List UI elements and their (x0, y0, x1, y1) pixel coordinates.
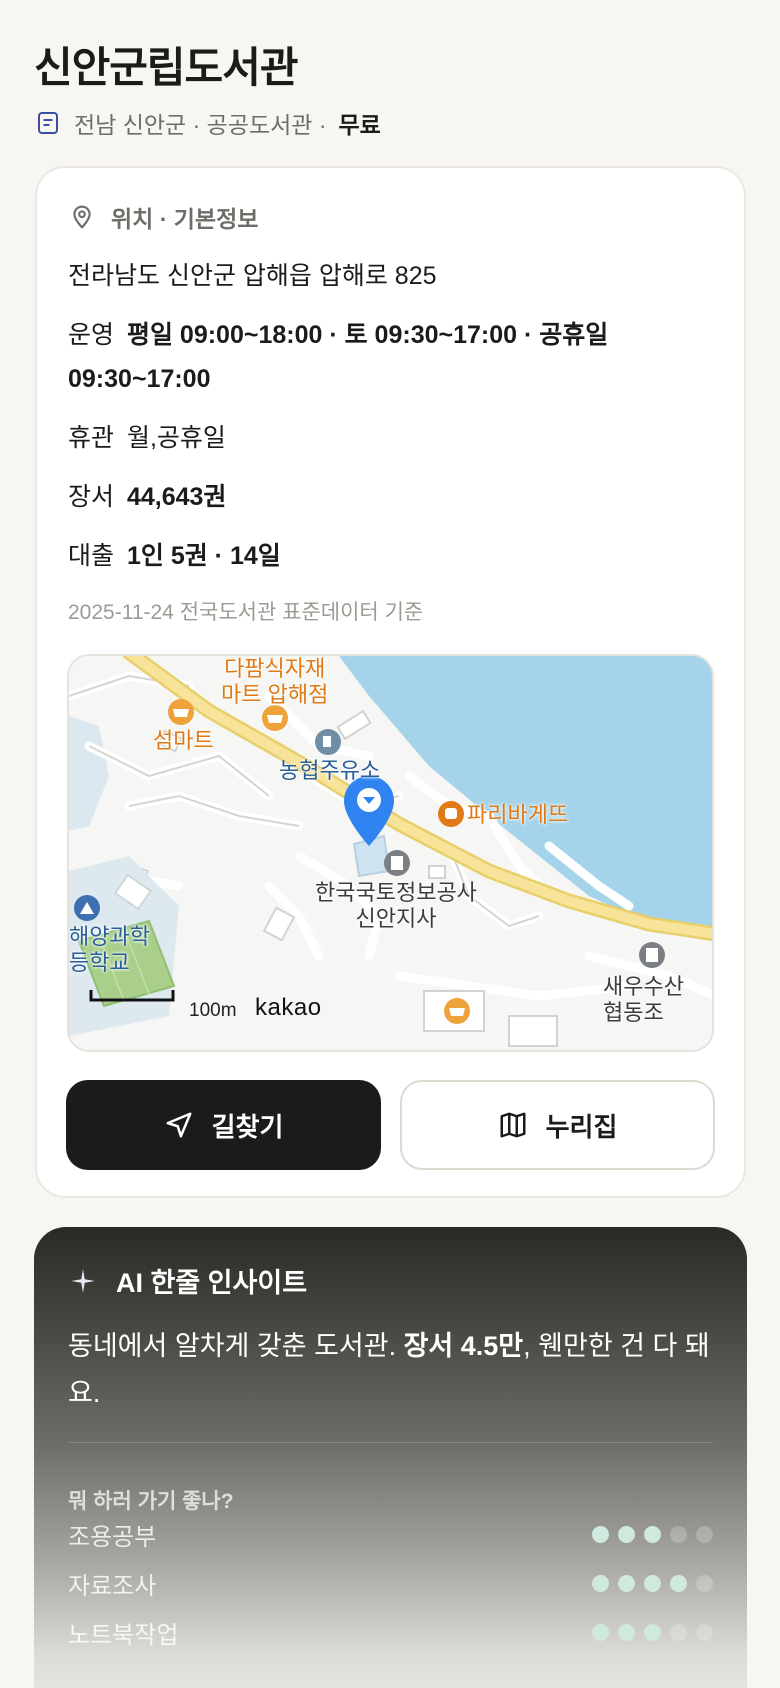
rating-dot-empty (696, 1574, 713, 1592)
rating-dot-filled (592, 1623, 609, 1641)
mart-basket-icon (168, 699, 194, 725)
rating-label: 조용공부 (68, 1523, 157, 1551)
map-label-mart1: 다팜식자재 마트 압해점 (221, 656, 329, 707)
rating-dot-filled (618, 1525, 635, 1543)
section-header: 위치 · 기본정보 (69, 200, 258, 234)
library-detail-page: 신안군립도서관 전남 신안군 · 공공도서관 · 무료 위치 · 기본정보 전라… (0, 0, 780, 1688)
rating-dot-empty (670, 1525, 687, 1543)
map-scale-label: 100m (189, 1000, 237, 1021)
map-label-office: 한국국토정보공사 신안지사 (315, 880, 477, 931)
ai-insight-text: 동네에서 알차게 갖춘 도서관. 장서 4.5만, 웬만한 건 다 돼요. (68, 1331, 710, 1408)
rating-dot-filled (644, 1574, 661, 1592)
map-label-bakery: 파리바게뜨 (467, 802, 569, 827)
closed-label: 휴관 (68, 424, 115, 452)
books-value: 44,643권 (126, 483, 227, 511)
rating-row: 자료조사 (68, 1563, 713, 1603)
rating-dot-filled (592, 1574, 609, 1592)
directions-button[interactable]: 길찾기 (66, 1080, 381, 1170)
page-title: 신안군립도서관 (34, 44, 298, 91)
use-case-question: 뭐 하러 가기 좋나? (68, 1490, 234, 1513)
loan-label: 대출 (68, 542, 115, 570)
rating-dot-filled (592, 1525, 609, 1543)
loan-policy: 대출 1인 5권 · 14일 (68, 534, 668, 578)
loan-value: 1인 5권 · 14일 (126, 542, 281, 570)
rating-dot-filled (618, 1574, 635, 1592)
rating-dot-empty (696, 1623, 713, 1641)
fee-badge: 무료 (338, 112, 381, 138)
rating-label: 노트북작업 (68, 1621, 179, 1649)
rating-dot-filled (644, 1623, 661, 1641)
divider (68, 1442, 713, 1443)
rating-dot-filled (644, 1525, 661, 1543)
document-icon (38, 112, 58, 134)
rating-row: 노트북작업 (68, 1612, 713, 1652)
sparkle-icon (71, 1268, 95, 1293)
location-map[interactable]: 다팜식자재 마트 압해점 섬마트 농협주유소 파리바게뜨 한국국토정보공사 신안… (67, 654, 714, 1052)
ai-insight-card: AI 한줄 인사이트 동네에서 알차게 갖춘 도서관. 장서 4.5만, 웬만한… (34, 1227, 747, 1688)
library-region-type: 전남 신안군 · 공공도서관 · (74, 112, 327, 138)
section-title: 위치 · 기본정보 (111, 206, 259, 232)
mart-basket-icon-2 (262, 705, 288, 731)
bakery-icon (438, 801, 464, 827)
navigation-arrow-icon (166, 1112, 192, 1138)
rating-dots (583, 1525, 713, 1543)
website-button[interactable]: 누리집 (400, 1080, 715, 1170)
ai-insight-title: AI 한줄 인사이트 (116, 1268, 308, 1298)
gas-station-icon (315, 729, 341, 755)
website-label: 누리집 (545, 1111, 618, 1142)
closed-days: 휴관 월,공휴일 (68, 416, 668, 460)
map-label-gas: 농협주유소 (279, 758, 381, 783)
map-attribution: kakao (255, 994, 322, 1021)
books-label: 장서 (68, 483, 115, 511)
location-pin-icon (73, 205, 91, 229)
map-label-coop: 새우수산 협동조 (603, 974, 684, 1025)
address: 전라남도 신안군 압해읍 압해로 825 (68, 262, 437, 290)
mart-basket-icon-3 (444, 998, 470, 1024)
directions-label: 길찾기 (211, 1111, 284, 1142)
location-info-card: 위치 · 기본정보 전라남도 신안군 압해읍 압해로 825 운영 평일 09:… (35, 166, 746, 1198)
rating-row: 조용공부 (68, 1514, 713, 1554)
school-icon (74, 895, 100, 921)
coop-building-icon (639, 942, 665, 968)
closed-value: 월,공휴일 (126, 424, 226, 452)
office-building-icon (384, 850, 410, 876)
rating-dots (583, 1623, 713, 1641)
collection-size: 장서 44,643권 (68, 475, 668, 519)
rating-dot-empty (696, 1525, 713, 1543)
rating-dots (583, 1574, 713, 1592)
rating-dot-filled (618, 1623, 635, 1641)
rating-label: 자료조사 (68, 1572, 157, 1600)
rating-dot-filled (670, 1574, 687, 1592)
map-fold-icon (500, 1112, 526, 1138)
data-source-stamp: 2025-11-24 전국도서관 표준데이터 기준 (68, 601, 424, 624)
library-meta: 전남 신안군 · 공공도서관 · 무료 (36, 106, 381, 140)
hours-label: 운영 (68, 321, 115, 349)
operating-hours: 운영 평일 09:00~18:00 · 토 09:30~17:00 · 공휴일 … (68, 313, 668, 401)
hours-value: 평일 09:00~18:00 · 토 09:30~17:00 · 공휴일 09:… (68, 321, 609, 393)
map-label-mart2: 섬마트 (153, 728, 214, 753)
map-label-school: 해양과학 등학교 (69, 924, 150, 975)
rating-dot-empty (670, 1623, 687, 1641)
ai-insight-header: AI 한줄 인사이트 (70, 1261, 307, 1300)
